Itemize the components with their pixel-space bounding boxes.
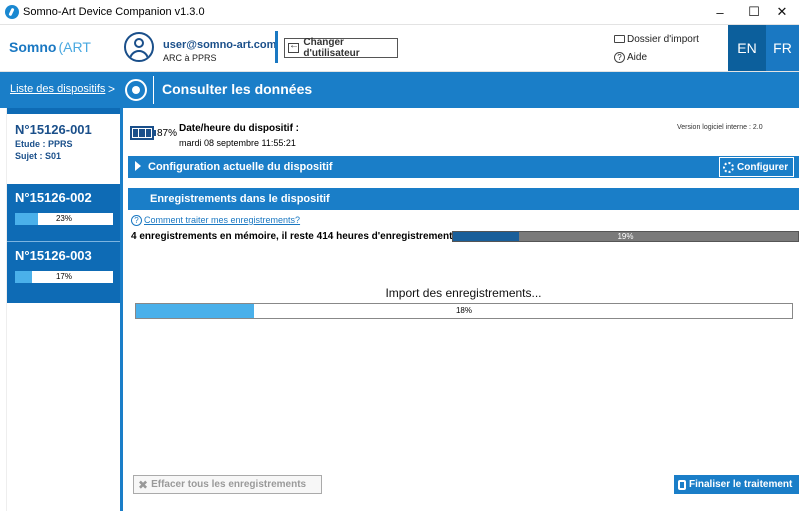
battery-icon [130,126,154,140]
device-progress-bar: 17% [15,271,113,283]
logo-art-text: ART [63,39,91,55]
device-progress-bar: 23% [15,213,113,225]
somno-art-logo: Somno (ART [9,39,91,55]
expand-arrow-icon [135,161,141,171]
user-separator [275,31,278,63]
import-progress-bar: 18% [135,303,793,319]
battery-percentage: 87% [157,128,178,139]
import-folder-label: Dossier d'import [627,34,699,45]
firmware-version: Version logiciel interne : 2.0 [677,124,763,131]
close-icon: ✖ [138,477,149,492]
logo-somno-text: Somno [9,39,57,55]
lang-en-button[interactable]: EN [728,25,766,71]
page-title: Consulter les données [162,81,313,97]
memory-progress-bar: 19% [452,231,799,242]
help-label: Aide [627,52,648,63]
howto-link[interactable]: ? Comment traiter mes enregistrements? [131,215,300,226]
device-sidebar: N°15126-001 Etude : PPRS Sujet : S01 N°1… [7,108,120,303]
config-section-header[interactable]: Configuration actuelle du dispositif [128,156,799,178]
device-id: N°15126-002 [15,190,92,205]
finalize-label: Finaliser le traitement [689,479,793,490]
config-section-title: Configuration actuelle du dispositif [148,161,333,173]
app-header: Somno (ART user@somno-art.com ARC à PPRS … [0,24,799,72]
erase-all-button[interactable]: ✖ Effacer tous les enregistrements [133,475,322,494]
lang-fr-button[interactable]: FR [766,25,799,71]
app-icon [5,5,19,19]
user-role: ARC à PPRS [163,53,217,63]
eye-icon [125,79,147,101]
switch-user-label: Changer d'utilisateur [303,37,360,59]
close-button[interactable]: ✕ [765,0,799,24]
configure-label: Configurer [737,161,789,173]
switch-user-button[interactable]: Changer d'utilisateur [284,37,398,59]
progress-label: 17% [55,272,72,281]
question-icon: ? [131,215,142,226]
question-icon: ? [614,52,625,63]
import-status-label: Import des enregistrements... [385,286,542,300]
gear-icon [723,161,734,173]
device-subject: Sujet : S01 [15,151,62,161]
switch-user-icon [288,40,300,53]
progress-label: 23% [55,214,72,223]
breadcrumb-separator: > [108,82,116,96]
breadcrumb-device-list[interactable]: Liste des dispositifs [10,83,105,95]
recordings-section-title: Enregistrements dans le dispositif [150,193,330,205]
datetime-label: Date/heure du dispositif : [179,123,300,134]
device-item[interactable]: N°15126-002 23% [7,184,120,242]
howto-label: Comment traiter mes enregistrements? [144,215,301,225]
import-folder-link[interactable]: Dossier d'import [614,34,699,45]
progress-label: 19% [617,232,634,241]
device-id: N°15126-003 [15,248,92,263]
nav-bar: Liste des dispositifs > Consulter les do… [0,72,799,108]
progress-label: 18% [455,306,472,315]
memory-status-text: 4 enregistrements en mémoire, il reste 4… [131,231,453,242]
user-email: user@somno-art.com [163,39,277,51]
recordings-section-header: Enregistrements dans le dispositif [128,188,799,210]
user-avatar-icon [124,32,154,62]
content-left-rail [120,108,123,511]
title-bar: Somno-Art Device Companion v1.3.0 – ☐ ✕ [0,0,799,24]
device-study: Etude : PPRS [15,139,73,149]
device-id: N°15126-001 [15,122,92,137]
finalize-button[interactable]: Finaliser le traitement [674,475,799,494]
battery-tip [154,130,156,136]
window-title: Somno-Art Device Companion v1.3.0 [23,6,205,18]
erase-all-label: Effacer tous les enregistrements [151,479,307,490]
lock-icon [678,479,686,490]
device-item[interactable]: N°15126-003 17% [7,242,120,300]
help-link[interactable]: ? Aide [614,52,647,63]
datetime-value: mardi 08 septembre 11:55:21 [179,138,296,148]
left-edge [0,108,7,511]
device-item-active[interactable]: N°15126-001 Etude : PPRS Sujet : S01 [7,114,120,184]
configure-button[interactable]: Configurer [719,157,794,177]
minimize-button[interactable]: – [703,0,737,24]
nav-divider [153,76,154,104]
folder-icon [614,35,625,43]
